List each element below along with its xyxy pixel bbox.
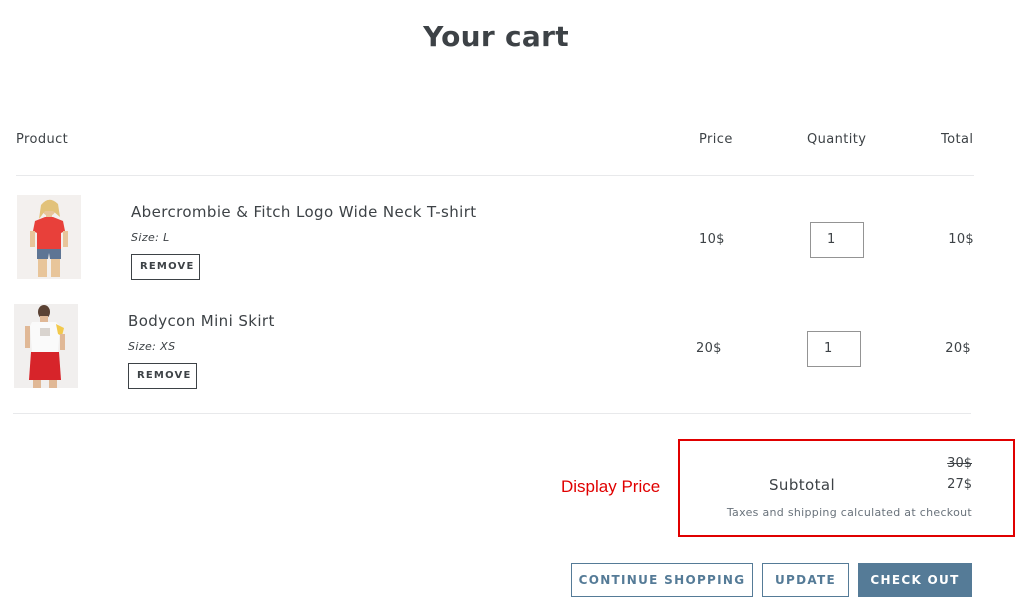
remove-button[interactable]: REMOVE (131, 254, 200, 280)
tax-note: Taxes and shipping calculated at checkou… (726, 506, 972, 519)
product-photo-tshirt[interactable] (17, 195, 81, 279)
item-total: 20$ (945, 341, 971, 356)
product-size: Size: L (131, 231, 170, 244)
subtotal-label: Subtotal (769, 476, 836, 494)
continue-shopping-button[interactable]: CONTINUE SHOPPING (571, 563, 753, 597)
column-header-product: Product (16, 132, 69, 147)
subtotal-value: 27$ (947, 477, 972, 492)
page-title: Your cart (423, 20, 569, 53)
column-header-total: Total (941, 132, 974, 147)
checkout-button[interactable]: CHECK OUT (858, 563, 972, 597)
original-price: 30$ (947, 456, 972, 471)
annotation-label: Display Price (561, 477, 661, 496)
remove-button[interactable]: REMOVE (128, 363, 197, 389)
column-header-quantity: Quantity (807, 132, 867, 147)
item-price: 10$ (699, 232, 725, 247)
update-button[interactable]: UPDATE (762, 563, 849, 597)
item-total: 10$ (948, 232, 974, 247)
header-divider (16, 175, 974, 176)
column-header-price: Price (699, 132, 733, 147)
item-price: 20$ (696, 341, 722, 356)
quantity-input[interactable]: 1 (810, 222, 864, 258)
product-photo-skirt[interactable] (14, 304, 78, 388)
quantity-input[interactable]: 1 (807, 331, 861, 367)
product-title-link[interactable]: Abercrombie & Fitch Logo Wide Neck T-shi… (131, 203, 477, 221)
product-title-link[interactable]: Bodycon Mini Skirt (128, 312, 275, 330)
table-divider (13, 413, 971, 414)
product-size: Size: XS (128, 340, 176, 353)
